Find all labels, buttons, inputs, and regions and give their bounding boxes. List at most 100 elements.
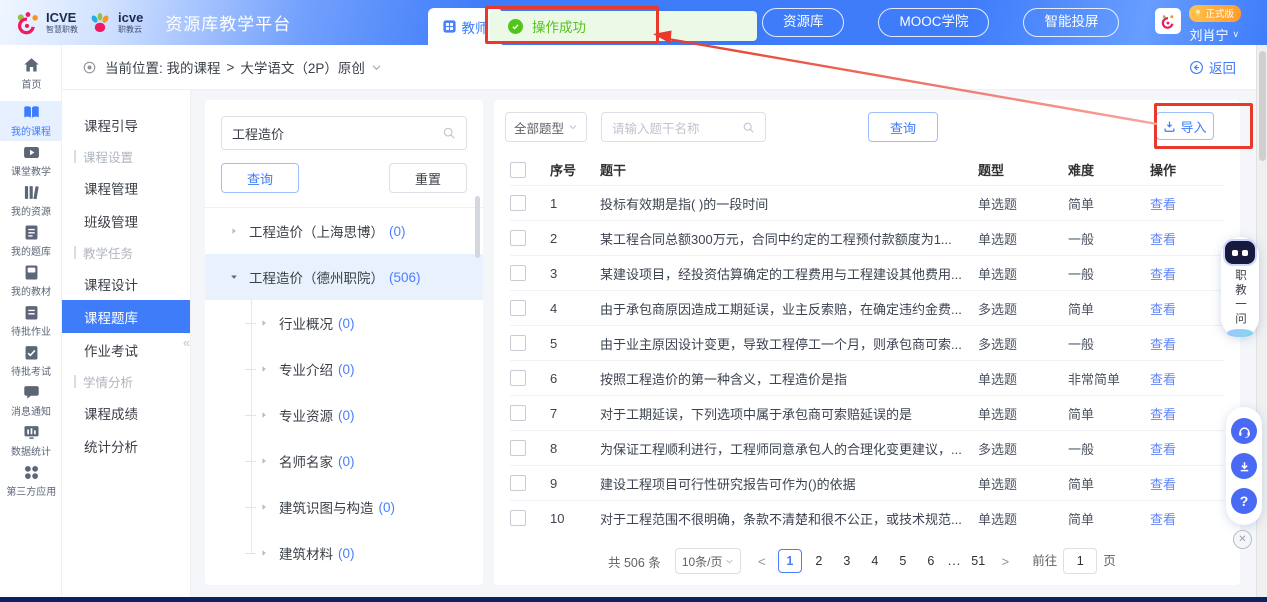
- row-checkbox[interactable]: [510, 230, 526, 246]
- view-link[interactable]: 查看: [1150, 439, 1208, 458]
- row-checkbox[interactable]: [510, 475, 526, 491]
- rail-item-我的课程[interactable]: 我的课程: [0, 101, 62, 141]
- assistant-widget[interactable]: 职教一问: [1221, 237, 1259, 337]
- next-page-button[interactable]: >: [994, 549, 1016, 573]
- rail-item-数据统计[interactable]: 数据统计: [0, 421, 62, 461]
- menu-item-课程题库[interactable]: 课程题库: [62, 300, 190, 333]
- message-icon: [23, 384, 40, 401]
- caret-right-icon: [259, 364, 269, 374]
- page-button-4[interactable]: 4: [864, 550, 886, 572]
- table-header-row: 序号题干题型难度操作: [510, 154, 1224, 185]
- edition-badge: 正式版: [1189, 5, 1241, 22]
- menu-section-课程设置: 课程设置: [62, 141, 190, 171]
- stem-search-input[interactable]: 请输入题干名称: [601, 112, 766, 142]
- row-checkbox[interactable]: [510, 195, 526, 211]
- menu-item-课程管理[interactable]: 课程管理: [62, 171, 190, 204]
- row-checkbox[interactable]: [510, 510, 526, 526]
- question-type-select[interactable]: 全部题型: [505, 112, 587, 142]
- collapse-sidebar-handle[interactable]: «: [183, 335, 190, 350]
- menu-item-课程设计[interactable]: 课程设计: [62, 267, 190, 300]
- menu-item-课程成绩[interactable]: 课程成绩: [62, 396, 190, 429]
- rail-item-我的题库[interactable]: 我的题库: [0, 221, 62, 261]
- select-all-checkbox[interactable]: [510, 162, 526, 178]
- tree-reset-button[interactable]: 重置: [389, 163, 467, 193]
- menu-item-班级管理[interactable]: 班级管理: [62, 204, 190, 237]
- row-checkbox[interactable]: [510, 265, 526, 281]
- user-avatar[interactable]: [1155, 8, 1181, 34]
- search-icon[interactable]: [442, 126, 456, 140]
- search-icon[interactable]: [742, 121, 755, 134]
- customer-service-button[interactable]: [1231, 418, 1257, 444]
- download-button[interactable]: [1231, 453, 1257, 479]
- menu-item-统计分析[interactable]: 统计分析: [62, 429, 190, 462]
- rail-item-消息通知[interactable]: 消息通知: [0, 381, 62, 421]
- breadcrumb-prefix: 当前位置: 我的课程: [105, 57, 221, 77]
- view-link[interactable]: 查看: [1150, 229, 1208, 248]
- rail-item-第三方应用[interactable]: 第三方应用: [0, 461, 62, 501]
- header-nav: 资源库 MOOC学院 智能投屏: [762, 8, 1120, 36]
- prev-page-button[interactable]: <: [751, 549, 773, 573]
- scrollbar-thumb[interactable]: [1259, 51, 1266, 161]
- rail-item-待批作业[interactable]: 待批作业: [0, 301, 62, 341]
- rail-item-课堂教学[interactable]: 课堂教学: [0, 141, 62, 181]
- tree-node-行业概况[interactable]: 行业概况(0): [205, 300, 483, 346]
- page-button-51[interactable]: 51: [967, 550, 989, 572]
- tree-node-专业资源[interactable]: 专业资源(0): [205, 392, 483, 438]
- page-button-3[interactable]: 3: [836, 550, 858, 572]
- per-page-select[interactable]: 10条/页: [675, 548, 741, 574]
- tree-query-button[interactable]: 查询: [221, 163, 299, 193]
- breadcrumb-current[interactable]: 大学语文（2P）原创: [240, 57, 365, 77]
- goto-page-input[interactable]: 1: [1063, 548, 1097, 574]
- table-row: 3某建设项目，经投资估算确定的工程费用与工程建设其他费用...单选题一般查看: [510, 255, 1224, 290]
- row-checkbox[interactable]: [510, 440, 526, 456]
- page-button-2[interactable]: 2: [808, 550, 830, 572]
- rail-item-待批考试[interactable]: 待批考试: [0, 341, 62, 381]
- chevron-down-icon[interactable]: [371, 62, 382, 73]
- row-checkbox[interactable]: [510, 335, 526, 351]
- menu-item-作业考试[interactable]: 作业考试: [62, 333, 190, 366]
- pagination-ellipsis[interactable]: ...: [948, 554, 961, 568]
- header-nav-1[interactable]: 资源库: [762, 8, 845, 36]
- tree-node-名师名家[interactable]: 名师名家(0): [205, 438, 483, 484]
- menu-item-课程引导[interactable]: 课程引导: [62, 108, 190, 141]
- view-link[interactable]: 查看: [1150, 509, 1208, 528]
- import-button[interactable]: 导入: [1156, 112, 1214, 140]
- home-icon: [23, 57, 40, 74]
- help-button[interactable]: ?: [1231, 488, 1257, 514]
- view-link[interactable]: 查看: [1150, 404, 1208, 423]
- view-link[interactable]: 查看: [1150, 299, 1208, 318]
- page-button-1[interactable]: 1: [778, 549, 802, 573]
- user-area[interactable]: 正式版 刘肖宁 ∨: [1155, 2, 1241, 44]
- tree-node-工程造价（上海思博）[interactable]: 工程造价（上海思博）(0): [205, 208, 483, 254]
- logo1-sub: 智慧职教: [46, 26, 78, 34]
- rail-item-我的资源[interactable]: 我的资源: [0, 181, 62, 221]
- row-checkbox[interactable]: [510, 300, 526, 316]
- tree-node-建筑识图与构造[interactable]: 建筑识图与构造(0): [205, 484, 483, 530]
- page-button-6[interactable]: 6: [920, 550, 942, 572]
- query-button[interactable]: 查询: [868, 112, 938, 142]
- tree-node-建筑材料[interactable]: 建筑材料(0): [205, 530, 483, 576]
- header-nav-2[interactable]: MOOC学院: [878, 8, 989, 36]
- rail-item-首页[interactable]: 首页: [0, 53, 62, 95]
- view-link[interactable]: 查看: [1150, 369, 1208, 388]
- close-float-button[interactable]: ✕: [1233, 530, 1252, 549]
- header-nav-3[interactable]: 智能投屏: [1023, 8, 1119, 36]
- tree-search-input[interactable]: 工程造价: [221, 116, 467, 150]
- tree-node-专业介绍[interactable]: 专业介绍(0): [205, 346, 483, 392]
- table-row: 2某工程合同总额300万元，合同中约定的工程预付款额度为1...单选题一般查看: [510, 220, 1224, 255]
- tree-scrollbar[interactable]: [475, 196, 480, 258]
- view-link[interactable]: 查看: [1150, 474, 1208, 493]
- username[interactable]: 刘肖宁 ∨: [1189, 25, 1239, 44]
- page-button-5[interactable]: 5: [892, 550, 914, 572]
- row-checkbox[interactable]: [510, 405, 526, 421]
- row-checkbox[interactable]: [510, 370, 526, 386]
- view-link[interactable]: 查看: [1150, 194, 1208, 213]
- view-link[interactable]: 查看: [1150, 334, 1208, 353]
- chevron-down-icon: [568, 122, 578, 132]
- import-download-icon: [1163, 120, 1176, 133]
- caret-right-icon: [229, 226, 239, 236]
- view-link[interactable]: 查看: [1150, 264, 1208, 283]
- back-button[interactable]: 返回: [1189, 57, 1236, 77]
- tree-node-工程造价（德州职院）[interactable]: 工程造价（德州职院）(506): [205, 254, 483, 300]
- rail-item-我的教材[interactable]: 我的教材: [0, 261, 62, 301]
